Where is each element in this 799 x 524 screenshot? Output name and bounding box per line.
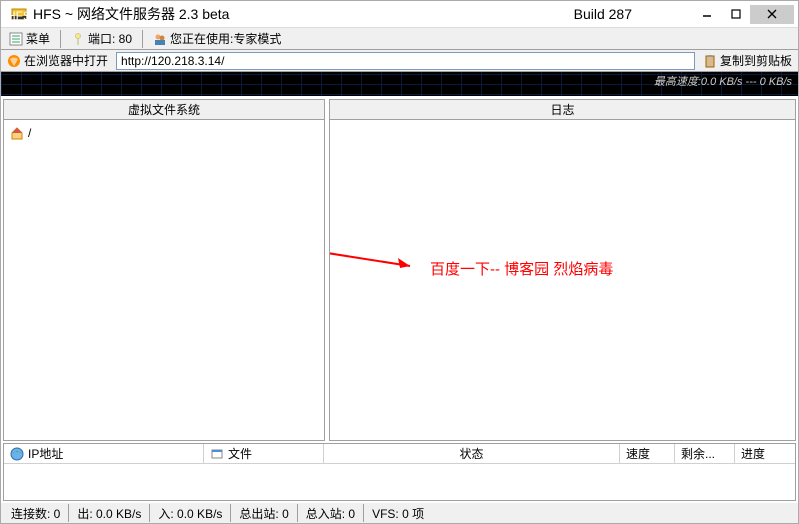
connections-header: IP地址 文件 状态 速度 剩余... 进度 bbox=[4, 444, 795, 464]
users-icon bbox=[153, 32, 167, 46]
status-connections: 连接数: 0 bbox=[3, 504, 69, 522]
open-browser-label: 在浏览器中打开 bbox=[24, 52, 108, 69]
status-total-in: 总入站: 0 bbox=[298, 504, 364, 522]
col-file[interactable]: 文件 bbox=[204, 444, 324, 463]
col-ip[interactable]: IP地址 bbox=[4, 444, 204, 463]
status-out: 出: 0.0 KB/s bbox=[69, 504, 150, 522]
col-remaining[interactable]: 剩余... bbox=[675, 444, 735, 463]
vfs-header: 虚拟文件系统 bbox=[4, 100, 324, 120]
port-icon bbox=[71, 32, 85, 46]
col-speed[interactable]: 速度 bbox=[620, 444, 675, 463]
vfs-panel: 虚拟文件系统 / bbox=[3, 99, 325, 441]
col-progress[interactable]: 进度 bbox=[735, 444, 795, 463]
copy-clipboard-label: 复制到剪贴板 bbox=[720, 52, 792, 69]
col-status[interactable]: 状态 bbox=[324, 444, 620, 463]
window-controls bbox=[692, 5, 794, 24]
menu-label: 菜单 bbox=[26, 30, 50, 47]
speed-graph: document.write(Array.from({length:40},(_… bbox=[1, 72, 798, 96]
vfs-root-label: / bbox=[28, 126, 31, 140]
statusbar: 连接数: 0 出: 0.0 KB/s 入: 0.0 KB/s 总出站: 0 总入… bbox=[1, 503, 798, 523]
open-browser-button[interactable]: 在浏览器中打开 bbox=[3, 52, 112, 70]
titlebar: HFS HFS ~ 网络文件服务器 2.3 beta Build 287 bbox=[1, 1, 798, 28]
svg-text:HFS: HFS bbox=[11, 9, 27, 22]
status-total-out: 总出站: 0 bbox=[231, 504, 297, 522]
port-label: 端口: 80 bbox=[88, 30, 132, 47]
app-icon: HFS bbox=[11, 6, 27, 22]
status-in: 入: 0.0 KB/s bbox=[150, 504, 231, 522]
vfs-tree[interactable]: / bbox=[4, 120, 324, 440]
address-bar: 在浏览器中打开 复制到剪贴板 bbox=[1, 50, 798, 72]
window-title: HFS ~ 网络文件服务器 2.3 beta bbox=[33, 4, 229, 24]
globe-icon bbox=[10, 447, 24, 461]
port-button[interactable]: 端口: 80 bbox=[67, 30, 136, 48]
mode-button[interactable]: 您正在使用:专家模式 bbox=[149, 30, 285, 48]
status-vfs: VFS: 0 项 bbox=[364, 504, 432, 522]
clipboard-icon bbox=[703, 54, 717, 68]
file-icon bbox=[210, 447, 224, 461]
minimize-button[interactable] bbox=[692, 5, 721, 24]
log-body[interactable]: 百度一下-- 博客园 烈焰病毒 bbox=[330, 120, 795, 440]
toolbar: 菜单 端口: 80 您正在使用:专家模式 bbox=[1, 28, 798, 50]
main-panels: 虚拟文件系统 / 日志 百度一下-- 博客园 烈焰病毒 bbox=[1, 96, 798, 443]
annotation-text: 百度一下-- 博客园 烈焰病毒 bbox=[430, 258, 613, 279]
browser-icon bbox=[7, 54, 21, 68]
speed-text: 最高速度:0.0 KB/s --- 0 KB/s bbox=[654, 73, 792, 89]
copy-clipboard-button[interactable]: 复制到剪贴板 bbox=[699, 52, 796, 70]
home-icon bbox=[10, 126, 24, 140]
log-panel: 日志 百度一下-- 博客园 烈焰病毒 bbox=[329, 99, 796, 441]
url-input[interactable] bbox=[116, 52, 695, 70]
close-button[interactable] bbox=[750, 5, 794, 24]
log-header: 日志 bbox=[330, 100, 795, 120]
menu-button[interactable]: 菜单 bbox=[5, 30, 54, 48]
connections-body[interactable] bbox=[4, 464, 795, 500]
annotation-arrow bbox=[330, 222, 430, 292]
connections-panel: IP地址 文件 状态 速度 剩余... 进度 bbox=[3, 443, 796, 501]
vfs-root-item[interactable]: / bbox=[8, 124, 320, 142]
mode-label: 您正在使用:专家模式 bbox=[170, 30, 281, 47]
maximize-button[interactable] bbox=[721, 5, 750, 24]
menu-icon bbox=[9, 32, 23, 46]
build-label: Build 287 bbox=[574, 6, 632, 22]
